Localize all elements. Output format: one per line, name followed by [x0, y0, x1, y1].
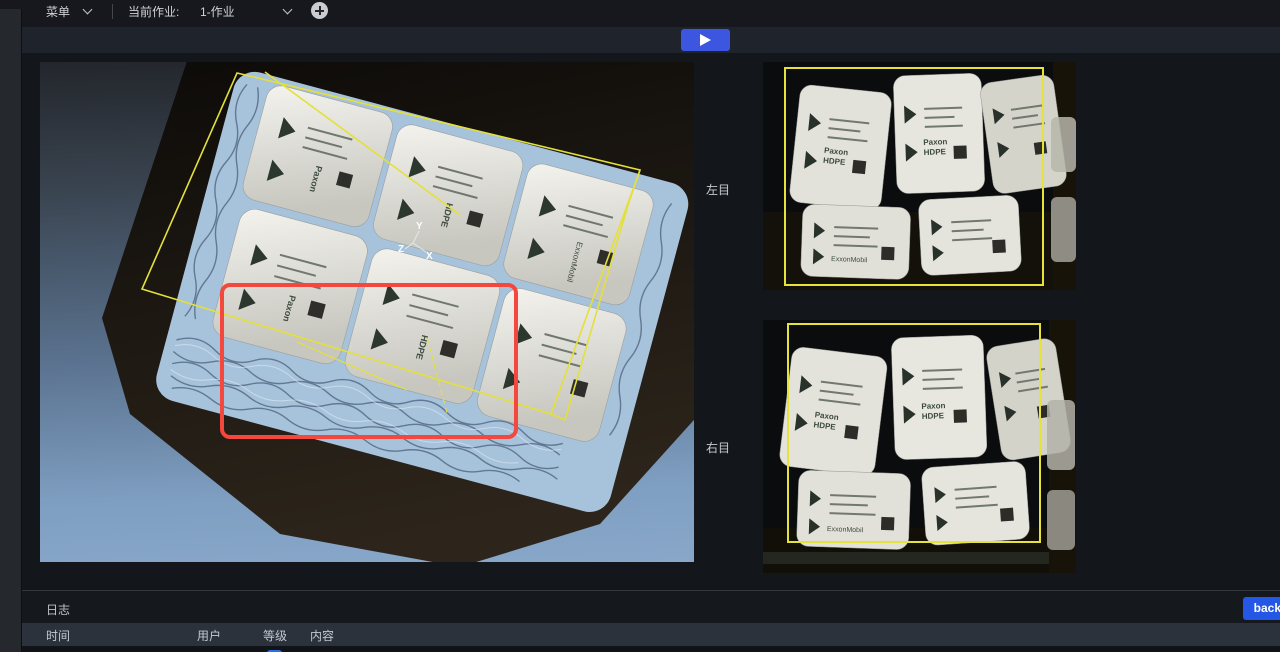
topbar-divider: [112, 4, 113, 19]
run-toolbar: [22, 27, 1280, 53]
chevron-down-icon[interactable]: [283, 5, 293, 15]
log-panel: 日志 backL 时间 用户 等级 内容 2024-07-27 15:42:26…: [22, 590, 1280, 652]
left-eye-camera-view[interactable]: Paxon HDPE Paxon HDPE: [763, 62, 1076, 290]
axis-z-label: Z: [398, 244, 404, 255]
svg-text:Paxon: Paxon: [923, 137, 947, 147]
menu-button[interactable]: 菜单: [46, 4, 70, 20]
svg-text:ExxonMobil: ExxonMobil: [831, 256, 868, 264]
column-header-time: 时间: [46, 627, 70, 644]
play-icon: [700, 34, 711, 46]
right-eye-label: 右目: [706, 439, 730, 456]
backl-button[interactable]: backL: [1243, 597, 1280, 620]
chevron-down-icon[interactable]: [83, 5, 93, 15]
axis-y-label: Y: [416, 221, 423, 232]
log-panel-title: 日志: [46, 601, 70, 618]
pointcloud-viewport[interactable]: Paxon HDPE ExxonMobil: [40, 62, 694, 562]
column-header-level: 等级: [263, 627, 287, 644]
add-job-icon[interactable]: [311, 2, 328, 19]
svg-text:HDPE: HDPE: [922, 411, 945, 421]
log-table-header: 时间 用户 等级 内容: [22, 623, 1280, 646]
svg-text:HDPE: HDPE: [924, 147, 947, 157]
play-button[interactable]: [681, 29, 730, 51]
current-job-label: 当前作业:: [128, 4, 179, 20]
main-area: Paxon HDPE ExxonMobil: [22, 53, 1280, 590]
top-menu-bar: 菜单 当前作业: 1-作业: [0, 0, 1280, 27]
svg-text:Paxon: Paxon: [921, 401, 945, 411]
column-header-content: 内容: [310, 627, 334, 644]
right-eye-camera-view[interactable]: Paxon HDPE Paxon HDPE: [763, 320, 1076, 573]
svg-text:ExxonMobil: ExxonMobil: [827, 526, 864, 534]
window-left-edge: [0, 9, 22, 652]
left-eye-label: 左目: [706, 181, 730, 198]
job-select-value[interactable]: 1-作业: [200, 4, 235, 20]
axis-x-label: X: [426, 251, 433, 262]
column-header-user: 用户: [197, 627, 221, 644]
log-row[interactable]: 2024-07-27 15:42:26.443 DEV D 历史数据打标完成，打…: [22, 646, 1280, 652]
pointcloud-canvas[interactable]: Paxon HDPE ExxonMobil: [40, 62, 694, 562]
